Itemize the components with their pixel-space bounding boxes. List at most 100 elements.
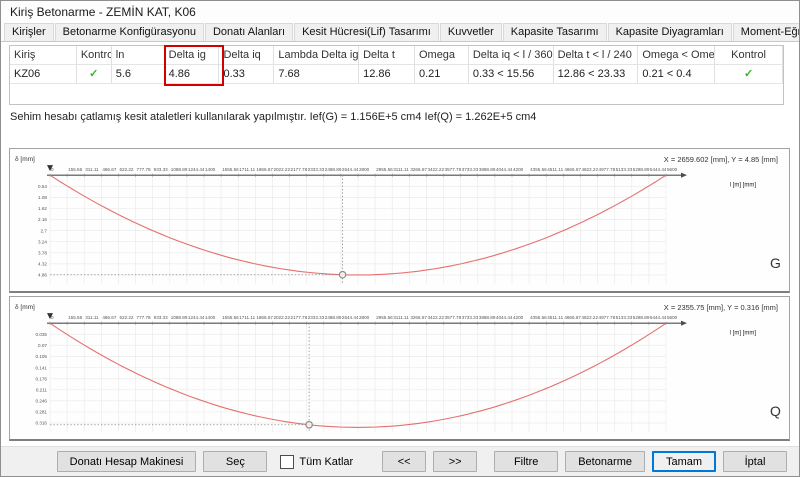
all-floors-checkbox-label: Tüm Katlar [299, 456, 353, 468]
filtre-button[interactable]: Filtre [494, 451, 558, 472]
tick-labels: 0155.56311.11466.67622.22777.78933.33108… [35, 315, 677, 426]
svg-text:311.11: 311.11 [85, 315, 99, 320]
chart-canvas-q[interactable]: 0155.56311.11466.67622.22777.78933.33108… [10, 297, 789, 439]
svg-text:4355.56: 4355.56 [530, 315, 547, 320]
svg-text:466.67: 466.67 [102, 167, 116, 172]
svg-text:3577.78: 3577.78 [445, 167, 462, 172]
svg-text:3111.11: 3111.11 [393, 315, 409, 320]
cursor-readout-text: X = 2355.75 [mm], Y = 0.316 [mm] [664, 303, 778, 312]
col-header-delta-iq-l-360: Delta iq < l / 360 [469, 46, 554, 64]
svg-text:0.211: 0.211 [36, 388, 48, 393]
all-floors-checkbox[interactable] [280, 455, 294, 469]
dialog-titlebar[interactable]: Kiriş Betonarme - ZEMİN KAT, K06 [1, 1, 799, 23]
nextnext-button[interactable]: >> [433, 451, 477, 472]
svg-text:3577.78: 3577.78 [445, 315, 462, 320]
svg-text:3422.22: 3422.22 [427, 315, 444, 320]
svg-text:1.62: 1.62 [38, 206, 47, 211]
deflection-chart-q[interactable]: 0155.56311.11466.67622.22777.78933.33108… [9, 296, 790, 441]
svg-text:4.86: 4.86 [38, 273, 47, 278]
svg-text:0.316: 0.316 [35, 421, 47, 426]
col-header-kiri: Kiriş [10, 46, 77, 64]
load-case-label: Q [770, 403, 781, 419]
svg-text:3888.89: 3888.89 [479, 315, 496, 320]
svg-text:3888.89: 3888.89 [479, 167, 496, 172]
tamam-button[interactable]: Tamam [652, 451, 716, 472]
tab-donat-alanlar[interactable]: Donatı Alanları [205, 23, 293, 41]
svg-text:4511.11: 4511.11 [547, 167, 563, 172]
cursor-readout-text: X = 2659.602 [mm], Y = 4.85 [mm] [664, 155, 778, 164]
chart-canvas-g[interactable]: 0155.56311.11466.67622.22777.78933.33108… [10, 149, 789, 291]
tab-kiri-ler[interactable]: Kirişler [4, 23, 54, 41]
prevprev-button[interactable]: << [382, 451, 426, 472]
cell-omega-omega-max: 0.21 < 0.4 [638, 65, 715, 83]
svg-text:4355.56: 4355.56 [530, 167, 547, 172]
svg-text:2177.78: 2177.78 [291, 315, 308, 320]
tab-kapasite-tasar-m[interactable]: Kapasite Tasarımı [503, 23, 607, 41]
svg-text:5444.44: 5444.44 [650, 167, 667, 172]
svg-text:2800: 2800 [359, 315, 370, 320]
svg-text:0.141: 0.141 [35, 365, 47, 370]
svg-text:933.33: 933.33 [154, 315, 168, 320]
col-header-delta-t-l-240: Delta t < l / 240 [554, 46, 639, 64]
svg-text:1555.56: 1555.56 [222, 315, 239, 320]
svg-text:0.246: 0.246 [35, 399, 47, 404]
load-case-label: G [770, 255, 781, 271]
svg-text:4200: 4200 [513, 167, 524, 172]
svg-text:5600: 5600 [667, 315, 678, 320]
svg-text:1866.67: 1866.67 [256, 167, 273, 172]
donat-hesap-makinesi-button[interactable]: Donatı Hesap Makinesi [57, 451, 197, 472]
svg-text:4822.22: 4822.22 [581, 167, 598, 172]
svg-text:2333.33: 2333.33 [308, 167, 325, 172]
svg-text:0.105: 0.105 [35, 354, 47, 359]
col-header-ln: ln [112, 46, 165, 64]
svg-text:0: 0 [51, 167, 54, 172]
svg-text:1711.11: 1711.11 [239, 315, 255, 320]
x-axis-label: l [m] [mm] [730, 182, 757, 188]
tab-kapasite-diyagramlar[interactable]: Kapasite Diyagramları [608, 23, 732, 41]
y-axis-label: δ [mm] [15, 304, 35, 311]
i-ptal-button[interactable]: İptal [723, 451, 787, 472]
svg-text:5288.89: 5288.89 [633, 167, 650, 172]
svg-text:2.7: 2.7 [41, 228, 48, 233]
readout-marker[interactable] [339, 271, 345, 277]
tab-betonarme-konfig-rasyonu[interactable]: Betonarme Konfigürasyonu [55, 23, 204, 41]
svg-text:3733.33: 3733.33 [462, 167, 479, 172]
svg-text:3266.67: 3266.67 [410, 315, 427, 320]
svg-text:4666.67: 4666.67 [564, 315, 581, 320]
deflection-chart-g[interactable]: 0155.56311.11466.67622.22777.78933.33108… [9, 148, 790, 293]
check-icon: ✓ [89, 68, 98, 80]
x-axis [47, 321, 687, 326]
svg-text:777.78: 777.78 [137, 167, 151, 172]
all-floors-checkbox-group[interactable]: Tüm Katlar [280, 455, 353, 469]
svg-text:4666.67: 4666.67 [564, 167, 581, 172]
cell-kontrol: ✓ [715, 65, 783, 83]
svg-text:2644.44: 2644.44 [342, 167, 359, 172]
betonarme-button[interactable]: Betonarme [565, 451, 645, 472]
svg-text:5600: 5600 [667, 167, 678, 172]
se-button[interactable]: Seç [203, 451, 267, 472]
table-row[interactable]: KZ06✓5.64.860.337.6812.860.210.33 < 15.5… [10, 65, 783, 84]
tab-moment-e-rilik[interactable]: Moment-Eğrilik [733, 23, 800, 41]
cell-delta-t: 12.86 [359, 65, 415, 83]
col-header-delta-iq: Delta iq [219, 46, 274, 64]
svg-text:5444.44: 5444.44 [650, 315, 667, 320]
col-header-lambda-delta-ig: Lambda Delta ig [274, 46, 359, 64]
cell-kontrol: ✓ [77, 65, 112, 83]
svg-text:2022.22: 2022.22 [273, 315, 290, 320]
svg-text:2800: 2800 [359, 167, 370, 172]
svg-text:4044.44: 4044.44 [496, 315, 513, 320]
readout-marker[interactable] [306, 422, 312, 428]
tab-kuvvetler[interactable]: Kuvvetler [440, 23, 502, 41]
svg-text:0.035: 0.035 [35, 332, 47, 337]
svg-text:1088.89: 1088.89 [171, 315, 188, 320]
svg-text:3111.11: 3111.11 [393, 167, 409, 172]
svg-text:2022.22: 2022.22 [273, 167, 290, 172]
svg-text:3422.22: 3422.22 [427, 167, 444, 172]
svg-text:2333.33: 2333.33 [308, 315, 325, 320]
tab-kesit-h-cresi-lif-tasar-m[interactable]: Kesit Hücresi(Lif) Tasarımı [294, 23, 439, 41]
cell-delta-iq: 0.33 [219, 65, 274, 83]
tab-strip: KirişlerBetonarme KonfigürasyonuDonatı A… [1, 23, 799, 42]
svg-text:1244.44: 1244.44 [188, 315, 205, 320]
deflection-table: KirişKontrollnDelta igDelta iqLambda Del… [9, 45, 784, 105]
svg-text:3266.67: 3266.67 [410, 167, 427, 172]
